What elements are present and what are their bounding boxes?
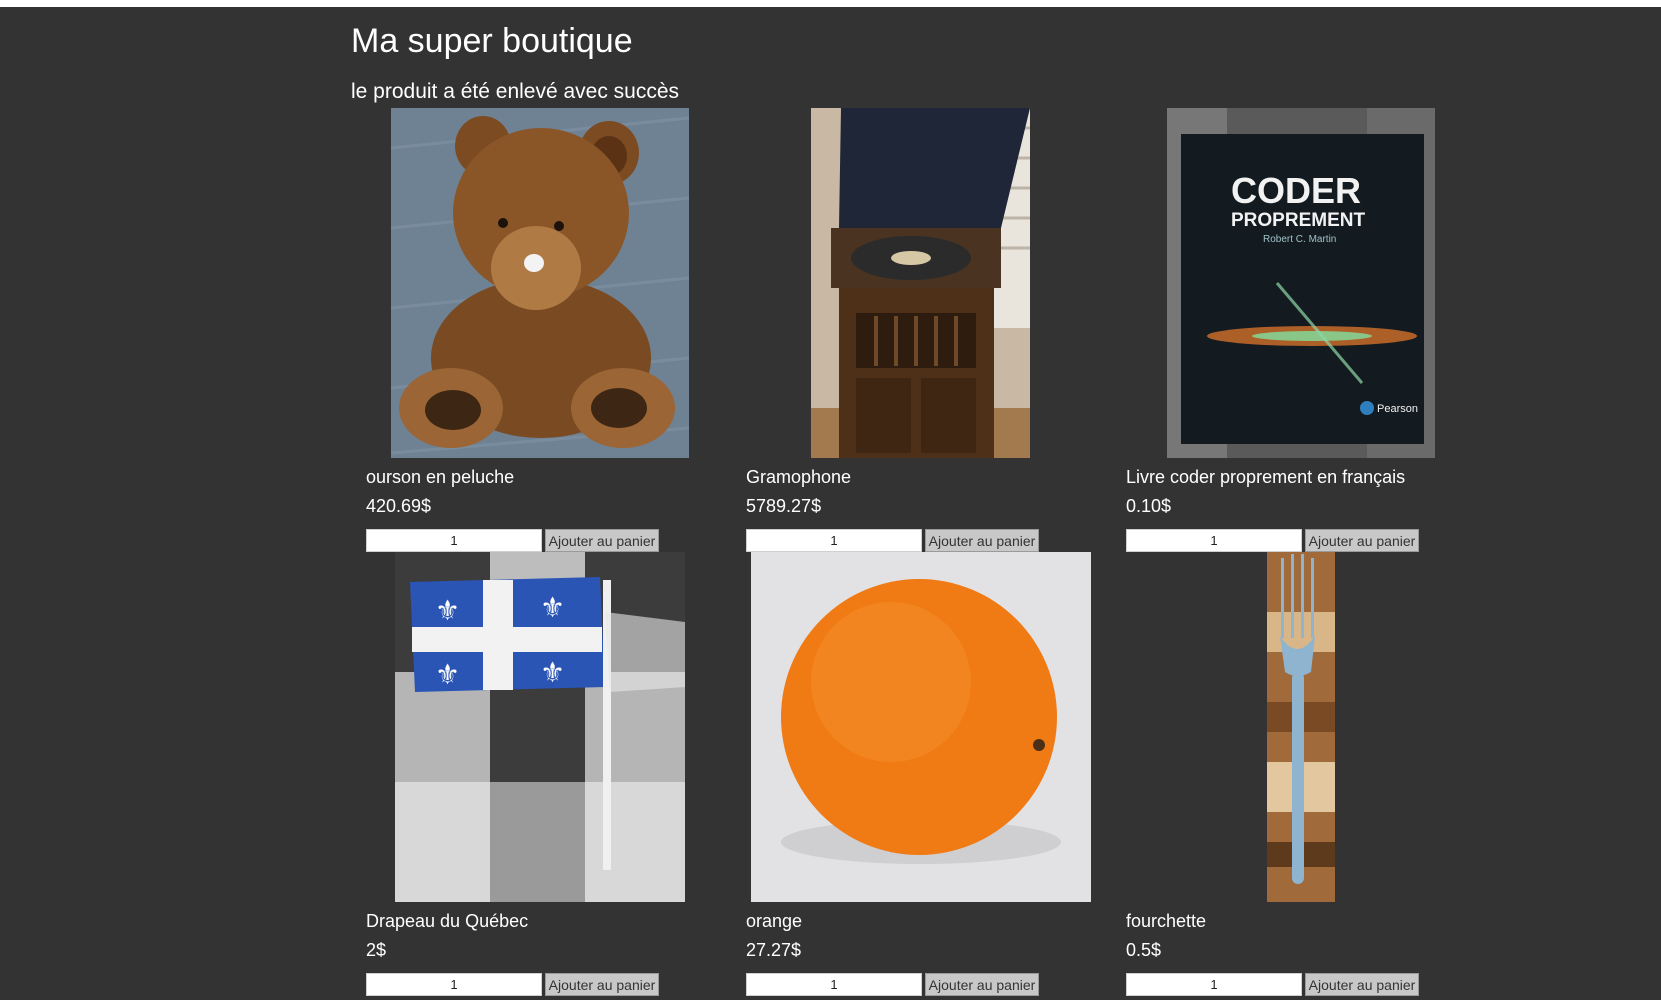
add-to-cart-button[interactable]: Ajouter au panier — [925, 973, 1039, 996]
product-price: 2$ — [366, 940, 387, 960]
product-card: ourson en peluche 420.69$ Ajouter au pan… — [351, 108, 711, 552]
product-price: 27.27$ — [746, 940, 802, 960]
product-image-book-cover[interactable]: CODER PROPREMENT Robert C. Martin Pearso… — [1167, 108, 1435, 458]
product-card: fourchette 0.5$ Ajouter au panier — [1111, 552, 1471, 996]
svg-text:⚜: ⚜ — [540, 591, 565, 624]
product-card: ⚜ ⚜ ⚜ ⚜ Drapeau du Québec 2$ Ajouter au … — [351, 552, 711, 996]
product-name: ourson en peluche — [366, 467, 515, 487]
shop-title: Ma super boutique — [351, 22, 633, 60]
product-name: orange — [746, 911, 803, 931]
svg-text:⚜: ⚜ — [435, 594, 460, 627]
add-to-cart-button[interactable]: Ajouter au panier — [545, 973, 659, 996]
book-title-line2: PROPREMENT — [1231, 210, 1365, 231]
add-to-cart-button[interactable]: Ajouter au panier — [1305, 973, 1419, 996]
product-image-quebec-flag[interactable]: ⚜ ⚜ ⚜ ⚜ — [395, 552, 685, 902]
flash-message: le produit a été enlevé avec succès — [351, 80, 680, 103]
quantity-input[interactable] — [1126, 529, 1302, 552]
quantity-input[interactable] — [746, 529, 922, 552]
product-name: Gramophone — [746, 467, 852, 487]
product-image-teddy-bear[interactable] — [391, 108, 689, 458]
product-name: Drapeau du Québec — [366, 911, 529, 931]
svg-text:⚜: ⚜ — [540, 656, 565, 689]
product-name: fourchette — [1126, 911, 1207, 931]
quantity-input[interactable] — [746, 973, 922, 996]
page: Ma super boutique le produit a été enlev… — [0, 0, 1661, 1000]
book-author: Robert C. Martin — [1263, 234, 1336, 245]
book-publisher: Pearson — [1377, 403, 1418, 415]
top-strip — [0, 0, 1661, 7]
add-to-cart-button[interactable]: Ajouter au panier — [925, 529, 1039, 552]
product-card: orange 27.27$ Ajouter au panier — [731, 552, 1091, 996]
quantity-input[interactable] — [1126, 973, 1302, 996]
book-title-line1: CODER — [1231, 170, 1361, 211]
product-name: Livre coder proprement en français — [1126, 467, 1406, 487]
add-to-cart-button[interactable]: Ajouter au panier — [1305, 529, 1419, 552]
product-image-gramophone[interactable] — [811, 108, 1030, 458]
add-to-cart-button[interactable]: Ajouter au panier — [545, 529, 659, 552]
product-card: Gramophone 5789.27$ Ajouter au panier — [731, 108, 1091, 552]
product-card: CODER PROPREMENT Robert C. Martin Pearso… — [1111, 108, 1471, 552]
product-price: 0.10$ — [1126, 496, 1172, 516]
product-image-fork[interactable] — [1267, 552, 1335, 902]
product-price: 5789.27$ — [746, 496, 822, 516]
quantity-input[interactable] — [366, 529, 542, 552]
quantity-input[interactable] — [366, 973, 542, 996]
svg-text:⚜: ⚜ — [435, 658, 460, 691]
product-image-orange[interactable] — [751, 552, 1091, 902]
product-price: 0.5$ — [1126, 940, 1162, 960]
product-price: 420.69$ — [366, 496, 432, 516]
